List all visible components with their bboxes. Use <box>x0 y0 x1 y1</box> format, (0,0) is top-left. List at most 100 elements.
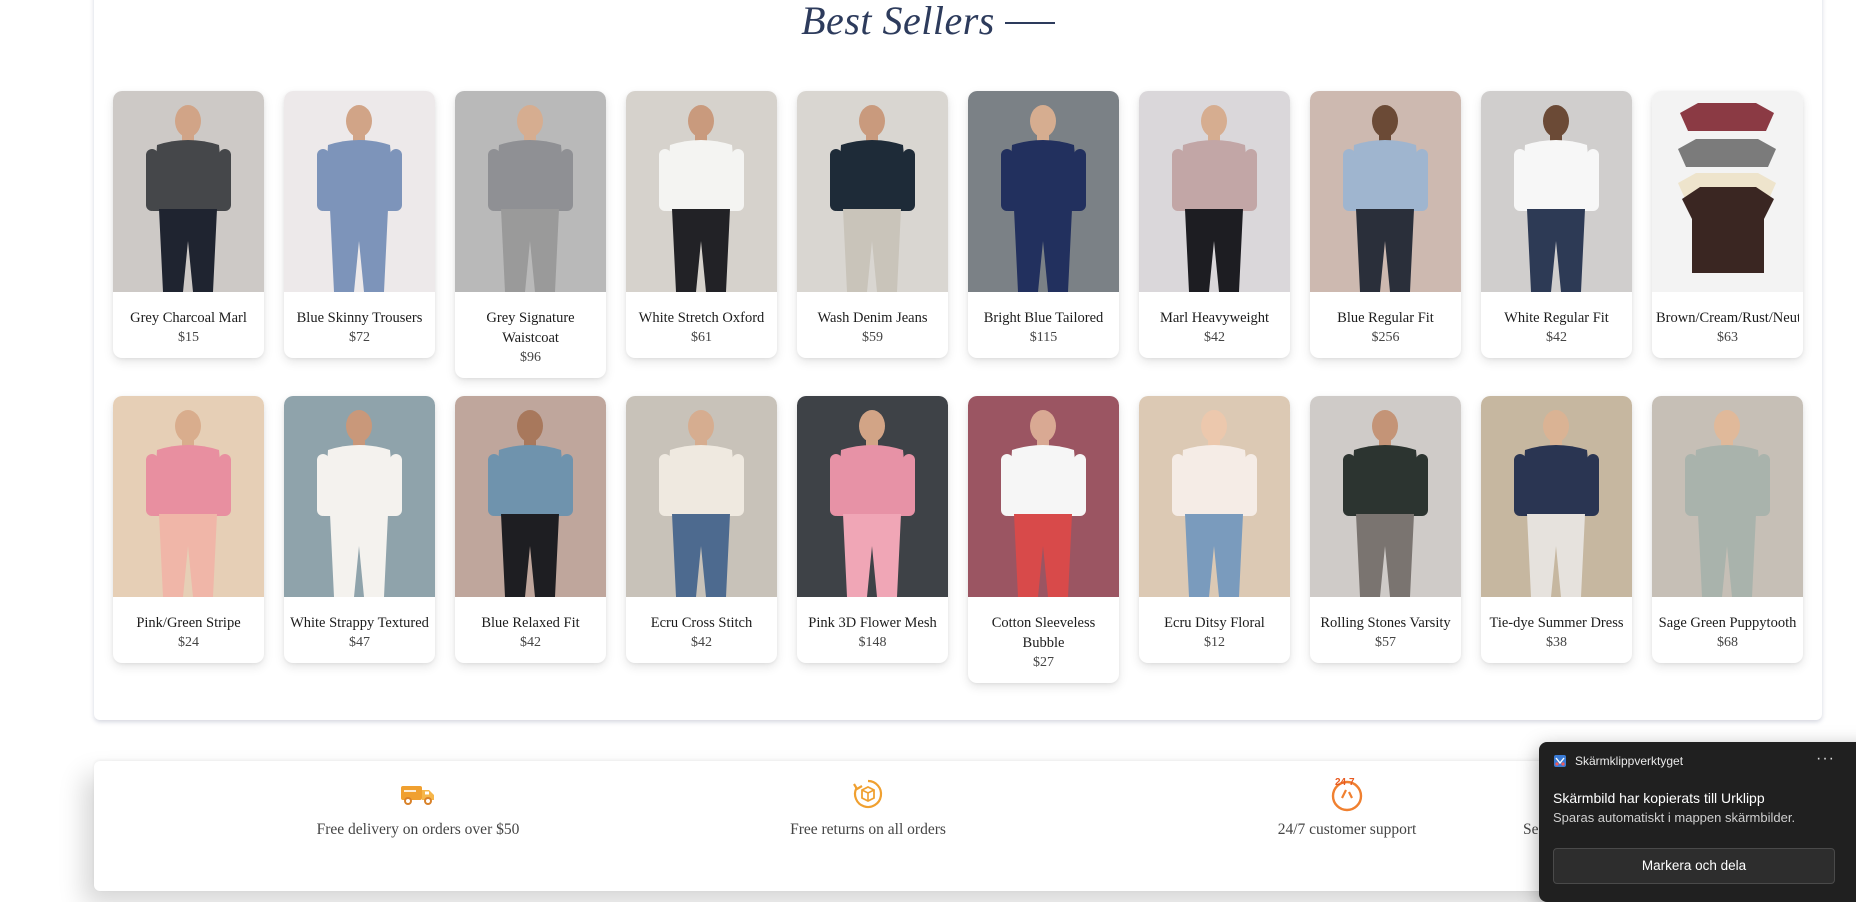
benefit-support: 24 7 24/7 customer support <box>1187 777 1507 839</box>
product-price: $42 <box>520 635 541 650</box>
product-card[interactable]: Sage Green Puppytooth $68 <box>1652 396 1803 663</box>
product-info: Sage Green Puppytooth $68 <box>1652 597 1803 663</box>
product-image[interactable] <box>1481 91 1632 292</box>
product-info: Tie-dye Summer Dress $38 <box>1481 597 1632 663</box>
product-image[interactable] <box>455 91 606 292</box>
product-photo-art <box>968 91 1119 292</box>
product-price: $42 <box>1204 330 1225 345</box>
product-name[interactable]: White Strappy Textured <box>288 613 431 633</box>
product-card[interactable]: Tie-dye Summer Dress $38 <box>1481 396 1632 663</box>
product-image[interactable] <box>1481 396 1632 597</box>
product-name[interactable]: Blue Relaxed Fit <box>459 613 602 633</box>
product-image[interactable] <box>1310 396 1461 597</box>
product-name[interactable]: Wash Denim Jeans <box>801 308 944 328</box>
product-name[interactable]: Cotton Sleeveless Bubble <box>972 613 1115 653</box>
product-image[interactable] <box>113 396 264 597</box>
product-card[interactable]: Grey Signature Waistcoat $96 <box>455 91 606 378</box>
product-image[interactable] <box>797 396 948 597</box>
mark-and-share-button[interactable]: Markera och dela <box>1553 848 1835 884</box>
product-info: Blue Skinny Trousers $72 <box>284 292 435 358</box>
product-photo-art <box>626 91 777 292</box>
product-card[interactable]: Ecru Ditsy Floral $12 <box>1139 396 1290 663</box>
product-card[interactable]: Blue Skinny Trousers $72 <box>284 91 435 358</box>
product-image[interactable] <box>1652 91 1803 292</box>
product-price: $12 <box>1204 635 1225 650</box>
product-photo-art <box>626 396 777 597</box>
product-row-1: Grey Charcoal Marl $15 Blue Skinny Trouser… <box>113 91 1803 378</box>
product-image[interactable] <box>1652 396 1803 597</box>
product-info: Cotton Sleeveless Bubble $27 <box>968 597 1119 683</box>
product-image[interactable] <box>626 91 777 292</box>
product-name[interactable]: White Stretch Oxford <box>630 308 773 328</box>
product-name[interactable]: Pink/Green Stripe <box>117 613 260 633</box>
product-info: White Regular Fit $42 <box>1481 292 1632 358</box>
product-photo-art <box>284 396 435 597</box>
product-price: $24 <box>178 635 199 650</box>
product-card[interactable]: Wash Denim Jeans $59 <box>797 91 948 358</box>
snipping-tool-toast[interactable]: Skärmklippverktyget ··· Skärmbild har ko… <box>1539 742 1856 902</box>
product-name[interactable]: Tie-dye Summer Dress <box>1485 613 1628 633</box>
product-image[interactable] <box>113 91 264 292</box>
product-card[interactable]: White Regular Fit $42 <box>1481 91 1632 358</box>
product-card[interactable]: Cotton Sleeveless Bubble $27 <box>968 396 1119 683</box>
product-card[interactable]: Blue Regular Fit $256 <box>1310 91 1461 358</box>
product-card[interactable]: Brown/Cream/Rust/Neutral $63 <box>1652 91 1803 358</box>
more-options-icon[interactable]: ··· <box>1816 750 1835 768</box>
product-image[interactable] <box>626 396 777 597</box>
product-card[interactable]: Bright Blue Tailored $115 <box>968 91 1119 358</box>
product-image[interactable] <box>1310 91 1461 292</box>
product-name[interactable]: Pink 3D Flower Mesh <box>801 613 944 633</box>
benefit-text: Free delivery on orders over $50 <box>316 821 520 838</box>
toast-subtitle: Sparas automatiskt i mappen skärmbilder. <box>1553 810 1796 825</box>
product-photo-art <box>797 396 948 597</box>
product-price: $42 <box>1546 330 1567 345</box>
product-name[interactable]: Rolling Stones Varsity <box>1314 613 1457 633</box>
product-info: Pink/Green Stripe $24 <box>113 597 264 663</box>
product-name[interactable]: Marl Heavyweight <box>1143 308 1286 328</box>
product-info: Blue Relaxed Fit $42 <box>455 597 606 663</box>
product-info: White Strappy Textured $47 <box>284 597 435 663</box>
product-info: Marl Heavyweight $42 <box>1139 292 1290 358</box>
product-name[interactable]: Blue Regular Fit <box>1314 308 1457 328</box>
product-price: $38 <box>1546 635 1567 650</box>
product-price: $61 <box>691 330 712 345</box>
toast-title: Skärmbild har kopierats till Urklipp <box>1553 790 1765 806</box>
product-photo-art <box>1652 396 1803 597</box>
product-name[interactable]: Brown/Cream/Rust/Neutral <box>1656 308 1799 328</box>
product-image[interactable] <box>1139 91 1290 292</box>
product-name[interactable]: Blue Skinny Trousers <box>288 308 431 328</box>
product-name[interactable]: Ecru Ditsy Floral <box>1143 613 1286 633</box>
product-image[interactable] <box>968 91 1119 292</box>
product-name[interactable]: Bright Blue Tailored <box>972 308 1115 328</box>
product-card[interactable]: Ecru Cross Stitch $42 <box>626 396 777 663</box>
product-card[interactable]: Rolling Stones Varsity $57 <box>1310 396 1461 663</box>
product-card[interactable]: White Strappy Textured $47 <box>284 396 435 663</box>
product-name[interactable]: Grey Signature Waistcoat <box>459 308 602 348</box>
product-price: $96 <box>520 350 541 365</box>
product-image[interactable] <box>1139 396 1290 597</box>
product-price: $27 <box>1033 655 1054 670</box>
product-name[interactable]: Sage Green Puppytooth <box>1656 613 1799 633</box>
section-title: Best Sellers <box>0 0 1856 46</box>
product-image[interactable] <box>797 91 948 292</box>
product-image[interactable] <box>455 396 606 597</box>
benefit-returns: Free returns on all orders <box>708 777 1028 839</box>
product-name[interactable]: Grey Charcoal Marl <box>117 308 260 328</box>
product-image[interactable] <box>284 396 435 597</box>
product-name[interactable]: White Regular Fit <box>1485 308 1628 328</box>
product-price: $115 <box>1029 330 1058 345</box>
product-card[interactable]: Pink/Green Stripe $24 <box>113 396 264 663</box>
product-card[interactable]: Marl Heavyweight $42 <box>1139 91 1290 358</box>
product-image[interactable] <box>968 396 1119 597</box>
product-image[interactable] <box>284 91 435 292</box>
product-card[interactable]: White Stretch Oxford $61 <box>626 91 777 358</box>
benefit-text: 24/7 customer support <box>1277 821 1417 838</box>
snipping-tool-icon <box>1554 755 1566 767</box>
product-card[interactable]: Blue Relaxed Fit $42 <box>455 396 606 663</box>
product-card[interactable]: Pink 3D Flower Mesh $148 <box>797 396 948 663</box>
product-info: Ecru Cross Stitch $42 <box>626 597 777 663</box>
product-card[interactable]: Grey Charcoal Marl $15 <box>113 91 264 358</box>
toast-app-name: Skärmklippverktyget <box>1575 754 1684 768</box>
product-name[interactable]: Ecru Cross Stitch <box>630 613 773 633</box>
title-decoration-line <box>1004 22 1055 24</box>
